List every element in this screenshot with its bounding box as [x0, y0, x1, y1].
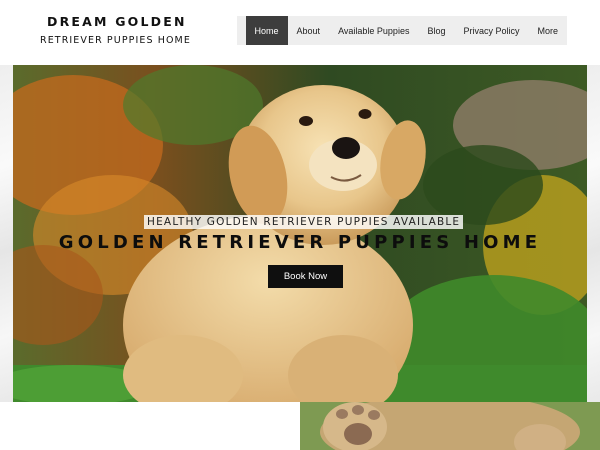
hero-subtitle: HEALTHY GOLDEN RETRIEVER PUPPIES AVAILAB… — [144, 215, 464, 229]
nav-item-privacy-policy[interactable]: Privacy Policy — [454, 16, 528, 45]
hero-title: GOLDEN RETRIEVER PUPPIES HOME — [58, 232, 542, 253]
nav-item-more[interactable]: More — [528, 16, 567, 45]
hero-section: HEALTHY GOLDEN RETRIEVER PUPPIES AVAILAB… — [13, 65, 587, 402]
site-header: DREAM GOLDEN RETRIEVER PUPPIES HOME Home… — [0, 0, 600, 65]
marble-background-right — [587, 65, 600, 402]
site-logo-subtitle[interactable]: RETRIEVER PUPPIES HOME — [40, 35, 191, 46]
puppy-paw-image — [300, 402, 600, 450]
nav-item-blog[interactable]: Blog — [418, 16, 454, 45]
nav-item-available-puppies[interactable]: Available Puppies — [329, 16, 418, 45]
nav-item-home[interactable]: Home — [245, 16, 288, 45]
book-now-button[interactable]: Book Now — [268, 265, 343, 288]
nav-item-about[interactable]: About — [288, 16, 330, 45]
site-logo-title[interactable]: DREAM GOLDEN — [47, 14, 187, 29]
main-nav: Home About Available Puppies Blog Privac… — [237, 16, 567, 45]
marble-background-left — [0, 65, 13, 402]
